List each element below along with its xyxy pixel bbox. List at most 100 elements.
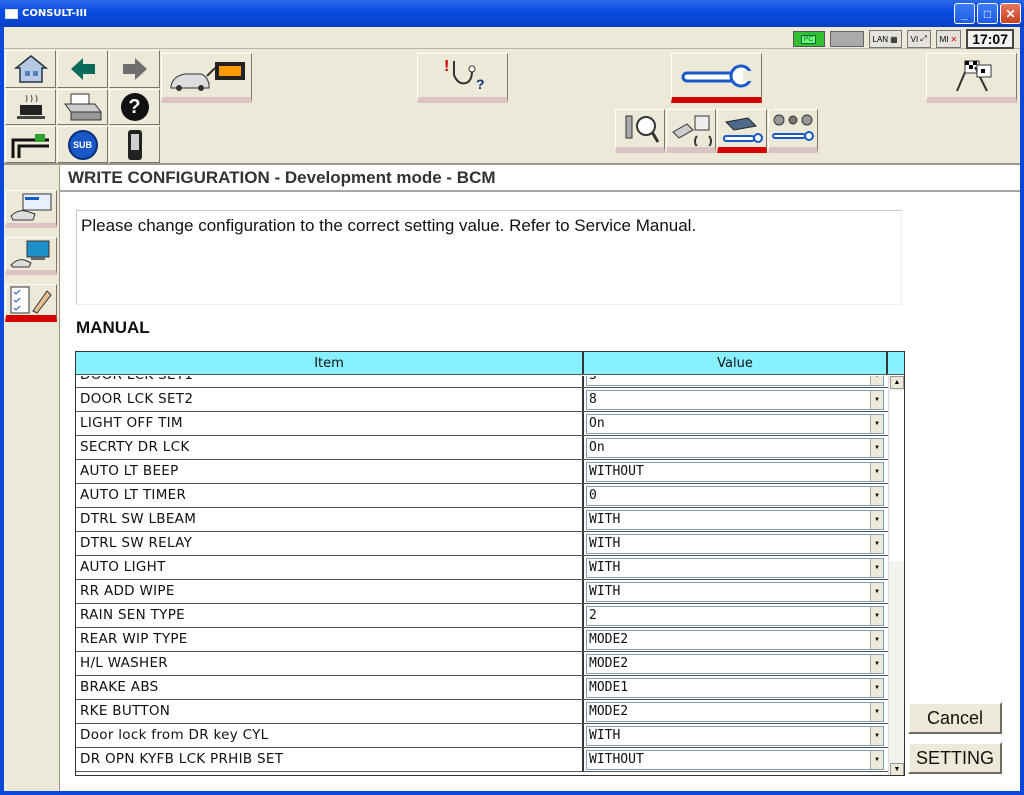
help-button[interactable]: ? [109,89,160,125]
value-dropdown[interactable]: WITHOUT ▼ [586,462,884,482]
setting-button[interactable]: SETTING [908,742,1002,774]
ecu-wrench-icon [723,116,763,143]
row-value-cell: MODE2 ▼ [584,700,888,723]
forward-button[interactable] [109,50,160,88]
value-dropdown[interactable]: WITH ▼ [586,534,884,554]
table-row: Door lock from DR key CYL WITH ▼ [76,724,888,748]
dropdown-arrow-icon[interactable]: ▼ [870,439,883,457]
scroll-down-button[interactable]: ▼ [890,763,904,775]
instruction-message: Please change configuration to the corre… [76,210,902,305]
value-dropdown-text: MODE2 [589,656,629,671]
vi-link-icon: ⤢ [920,34,927,43]
scroll-up-icon: ▲ [893,379,901,386]
config-table: Item Value DOOR LCK SET13▼DOOR LCK SET28… [75,351,905,776]
dropdown-arrow-icon[interactable]: ▼ [870,607,883,625]
scroll-thumb[interactable] [890,391,904,561]
back-button[interactable] [57,50,108,88]
sidebar-vehicle-info[interactable] [5,190,57,228]
row-value-cell: MODE2 ▼ [584,652,888,675]
dropdown-arrow-icon[interactable]: ▼ [870,559,883,577]
value-dropdown-text: WITHOUT [589,752,644,767]
table-row: RR ADD WIPE WITH ▼ [76,580,888,604]
vi-label: VI [910,34,919,44]
table-row: AUTO LT TIMER 0 ▼ [76,484,888,508]
value-dropdown[interactable]: MODE2 ▼ [586,702,884,722]
value-dropdown-text: MODE1 [589,680,629,695]
diagnosis-button[interactable]: !? [417,53,508,103]
repair-wrench-icon [681,64,755,87]
sub-button[interactable]: SUB [57,126,108,163]
dropdown-arrow-icon[interactable]: ▼ [870,751,883,769]
dropdown-arrow-icon[interactable]: ▼ [870,583,883,601]
row-value-cell: WITH ▼ [584,556,888,579]
part-replace-icon [672,115,712,146]
value-dropdown[interactable]: MODE2 ▼ [586,654,884,674]
row-item-label: RAIN SEN TYPE [76,604,584,627]
value-dropdown[interactable]: WITH ▼ [586,726,884,746]
sub-mode-replacement[interactable] [666,109,716,153]
value-dropdown[interactable]: 0 ▼ [586,486,884,506]
mobile-device-button[interactable] [109,126,160,163]
lan-label: LAN [872,34,889,44]
table-row: DTRL SW LBEAM WITH ▼ [76,508,888,532]
row-item-label: SECRTY DR LCK [76,436,584,459]
value-dropdown[interactable]: On ▼ [586,438,884,458]
dropdown-arrow-icon[interactable]: ▼ [870,391,883,409]
value-dropdown-text: 2 [589,608,597,623]
row-value-cell: WITHOUT ▼ [584,748,888,771]
cancel-button[interactable]: Cancel [908,702,1002,734]
pc-connection-indicator: PC [792,31,825,47]
value-dropdown[interactable]: WITH ▼ [586,582,884,602]
value-dropdown[interactable]: MODE1 ▼ [586,678,884,698]
value-dropdown-text: MODE2 [589,704,629,719]
row-item-label: H/L WASHER [76,652,584,675]
dropdown-arrow-icon[interactable]: ▼ [870,679,883,697]
print-button[interactable] [57,89,108,125]
value-dropdown[interactable]: 2 ▼ [586,606,884,626]
svg-text:!: ! [444,58,449,75]
home-icon [13,55,48,83]
close-button[interactable]: ✕ [1000,3,1021,24]
value-dropdown[interactable]: 3▼ [586,376,884,386]
value-dropdown[interactable]: On ▼ [586,414,884,434]
dropdown-arrow-icon[interactable]: ▼ [870,463,883,481]
dropdown-arrow-icon[interactable]: ▼ [870,655,883,673]
sidebar-write-config[interactable] [5,284,57,322]
sub-mode-configuration[interactable] [717,109,767,153]
dropdown-arrow-icon[interactable]: ▼ [870,487,883,505]
value-dropdown-text: WITH [589,728,621,743]
dropdown-arrow-icon[interactable]: ▼ [870,376,883,385]
value-dropdown-text: 3 [589,376,597,383]
scroll-down-icon: ▼ [893,766,901,773]
repair-button[interactable] [671,53,762,103]
value-dropdown[interactable]: 8 ▼ [586,390,884,410]
value-dropdown-text: 8 [589,392,597,407]
dropdown-arrow-icon[interactable]: ▼ [870,703,883,721]
maximize-button[interactable]: □ [977,3,998,24]
value-dropdown[interactable]: WITH ▼ [586,510,884,530]
coffee-button[interactable] [5,89,56,125]
lan-status: LAN ▦ [868,30,902,48]
minimize-button[interactable]: _ [954,3,975,24]
dropdown-arrow-icon[interactable]: ▼ [870,727,883,745]
row-item-label: LIGHT OFF TIM [76,412,584,435]
value-dropdown-text: On [589,416,605,431]
table-scrollbar[interactable]: ▲ ▼ [888,376,904,775]
dropdown-arrow-icon[interactable]: ▼ [870,631,883,649]
table-row: BRAKE ABS MODE1 ▼ [76,676,888,700]
work-complete-button[interactable] [926,53,1017,103]
sub-mode-inspection[interactable] [615,109,665,153]
screen-capture-button[interactable] [5,126,56,163]
dropdown-arrow-icon[interactable]: ▼ [870,535,883,553]
ecu-select-button[interactable] [161,53,252,103]
dropdown-arrow-icon[interactable]: ▼ [870,415,883,433]
scroll-up-button[interactable]: ▲ [890,376,904,389]
value-dropdown[interactable]: WITH ▼ [586,558,884,578]
sub-mode-settings[interactable] [768,109,818,153]
value-dropdown[interactable]: MODE2 ▼ [586,630,884,650]
table-row: DOOR LCK SET13▼ [76,376,888,388]
sidebar-data-monitor[interactable] [5,237,57,275]
home-button[interactable] [5,50,56,88]
value-dropdown[interactable]: WITHOUT ▼ [586,750,884,770]
dropdown-arrow-icon[interactable]: ▼ [870,511,883,529]
